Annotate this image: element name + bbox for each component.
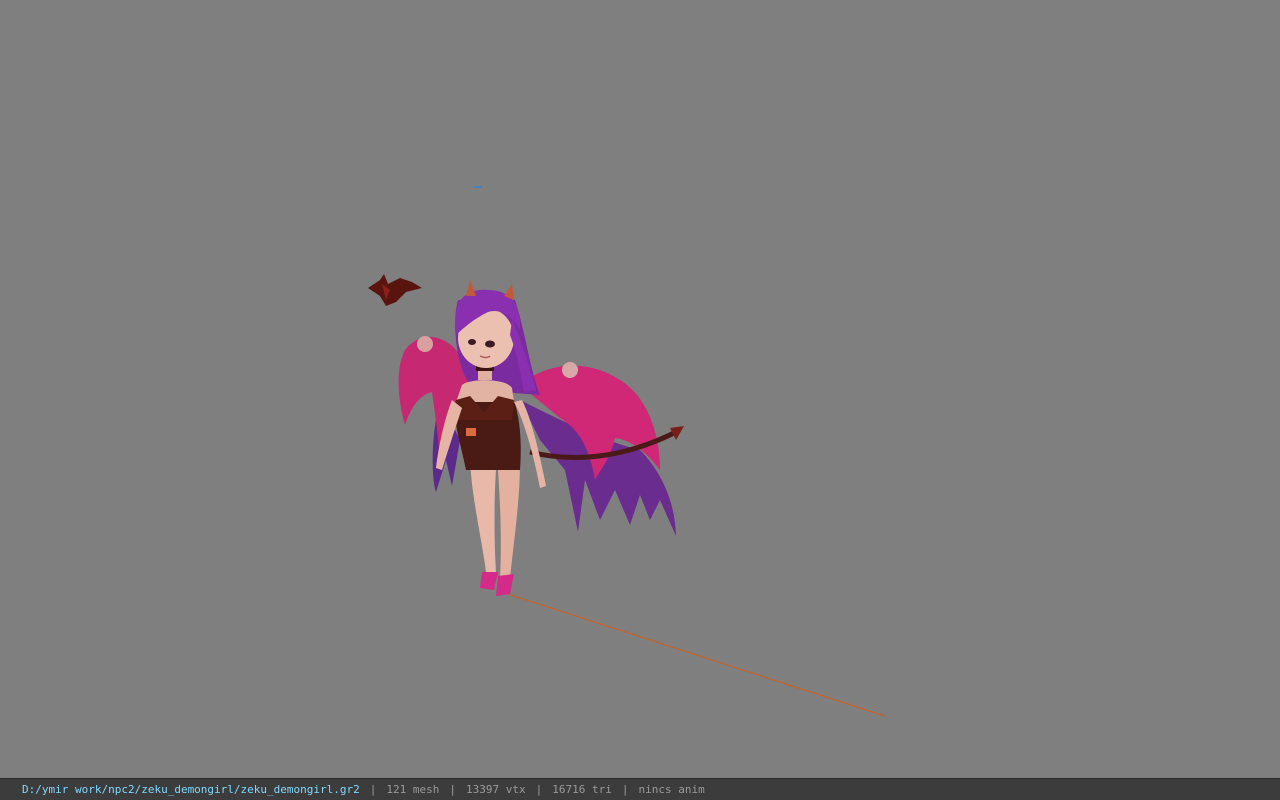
scene-render	[368, 186, 886, 717]
triangle-count: 16716 tri	[552, 783, 612, 796]
separator: |	[621, 783, 629, 796]
mesh-count: 121 mesh	[386, 783, 440, 796]
bat-model	[368, 274, 422, 306]
vertex-count: 13397 vtx	[466, 783, 526, 796]
demon-girl-model	[398, 280, 684, 596]
axis-line	[504, 592, 886, 717]
file-path: D:/ymir work/npc2/zeku_demongirl/zeku_de…	[22, 783, 360, 796]
separator: |	[369, 783, 377, 796]
status-bar: D:/ymir work/npc2/zeku_demongirl/zeku_de…	[0, 778, 1280, 800]
animation-status: nincs anim	[638, 783, 705, 796]
separator: |	[535, 783, 543, 796]
3d-viewport[interactable]	[0, 0, 1280, 778]
separator: |	[449, 783, 456, 796]
